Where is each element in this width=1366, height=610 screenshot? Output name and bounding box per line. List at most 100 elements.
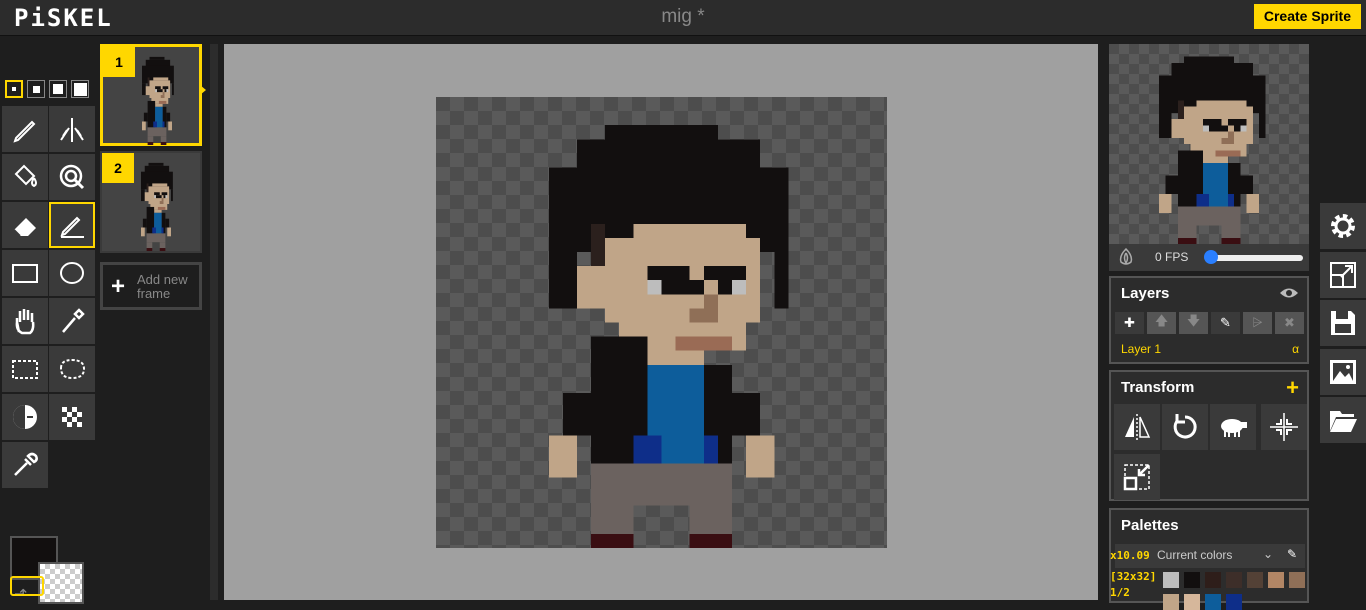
eye-icon[interactable]	[1279, 286, 1299, 300]
move-layer-down-button[interactable]: 🡇	[1179, 312, 1208, 334]
edit-layer-button[interactable]: ✎	[1211, 312, 1240, 334]
layers-panel: Layers ✚ 🡅 🡇 ✎ ⩥ ✖ Layer 1 α	[1109, 276, 1309, 364]
pen-size-3[interactable]	[49, 80, 67, 98]
sprite-pixel	[576, 266, 606, 309]
palette-swatch[interactable]	[1184, 572, 1200, 588]
sprite-pixel	[162, 92, 165, 96]
sprite-pixel	[1202, 156, 1228, 163]
pen-tool[interactable]	[2, 106, 48, 152]
sprite-pixel	[155, 103, 163, 107]
palette-select[interactable]: Current colors	[1157, 548, 1232, 562]
frame-1[interactable]: 1	[100, 44, 202, 146]
sprite-pixel	[159, 201, 164, 204]
palette-swatch[interactable]	[1205, 594, 1221, 610]
palette-swatch[interactable]	[1163, 594, 1179, 610]
export-button[interactable]	[1320, 349, 1366, 395]
sprite-pixel	[1240, 175, 1253, 194]
pen-size-4[interactable]	[71, 80, 89, 98]
tool-panel: ⬏	[0, 36, 98, 604]
merge-layer-button[interactable]: ⩥	[1243, 312, 1272, 334]
sprite-pixel	[633, 223, 747, 238]
flip-button[interactable]	[1114, 404, 1160, 450]
sprite-canvas[interactable]	[436, 97, 887, 548]
rectangle-select-tool[interactable]	[2, 346, 48, 392]
palette-swatch[interactable]	[1289, 572, 1305, 588]
sprite-pixel	[647, 266, 690, 281]
settings-button[interactable]	[1320, 203, 1366, 249]
onion-skin-icon[interactable]	[1117, 248, 1135, 266]
palette-swatch[interactable]	[1163, 572, 1179, 588]
edit-palette-icon[interactable]: ✎	[1287, 547, 1297, 561]
palette-swatch[interactable]	[1247, 572, 1263, 588]
frame-number: 1	[103, 47, 135, 77]
clone-button[interactable]	[1210, 404, 1256, 450]
rotate-button[interactable]	[1162, 404, 1208, 450]
vertical-mirror-pen-tool[interactable]	[49, 106, 95, 152]
sprite-pixel	[1159, 194, 1172, 213]
eraser-tool[interactable]	[2, 202, 48, 248]
sprite-pixel	[166, 112, 171, 122]
rectangle-tool[interactable]	[2, 250, 48, 296]
sprite-pixel	[591, 505, 634, 534]
sprite-pixel	[152, 227, 156, 234]
sprite-pixel	[163, 195, 166, 199]
drawing-area[interactable]	[224, 44, 1098, 600]
sprite-pixel	[1196, 194, 1209, 207]
secondary-color[interactable]	[38, 562, 84, 604]
sprite-pixel	[1227, 131, 1234, 138]
paint-bucket-tool[interactable]	[2, 154, 48, 200]
stroke-tool[interactable]	[49, 202, 95, 248]
palette-swatch[interactable]	[1226, 572, 1242, 588]
sprite-pixel	[1177, 225, 1197, 238]
fps-slider[interactable]	[1207, 255, 1303, 261]
paint-all-same-color-tool[interactable]	[49, 154, 95, 200]
move-tool[interactable]	[2, 298, 48, 344]
expand-icon[interactable]: +	[1286, 375, 1299, 401]
sprite-pixel	[1165, 175, 1178, 194]
sprite-pixel	[1259, 112, 1266, 138]
frames-scrollbar[interactable]	[210, 44, 218, 600]
sprite-pixel	[144, 192, 149, 202]
crop-button[interactable]	[1114, 454, 1160, 500]
add-frame-button[interactable]: + Add new frame	[100, 262, 202, 310]
move-layer-up-button[interactable]: 🡅	[1147, 312, 1176, 334]
resize-button[interactable]	[1320, 252, 1366, 298]
import-button[interactable]	[1320, 397, 1366, 443]
dithering-tool[interactable]	[49, 394, 95, 440]
save-button[interactable]	[1320, 300, 1366, 346]
layer-opacity-button[interactable]: α	[1292, 342, 1299, 356]
export-icon	[1330, 360, 1356, 384]
sprite-pixel	[1171, 119, 1184, 138]
pen-size-2[interactable]	[27, 80, 45, 98]
palette-swatch[interactable]	[1184, 594, 1200, 610]
center-icon	[1270, 413, 1298, 441]
frame-2[interactable]: 2	[100, 151, 202, 253]
add-layer-button[interactable]: ✚	[1115, 312, 1144, 334]
shape-select-tool[interactable]	[49, 298, 95, 344]
fps-label: 0 FPS	[1155, 250, 1189, 264]
create-sprite-button[interactable]: Create Sprite	[1253, 4, 1361, 29]
sprite-pixel	[703, 294, 718, 309]
sprite-pixel	[1227, 194, 1234, 207]
delete-layer-button[interactable]: ✖	[1275, 312, 1304, 334]
center-button[interactable]	[1261, 404, 1307, 450]
sprite-pixel	[154, 192, 160, 196]
color-picker-tool[interactable]	[2, 442, 48, 488]
palette-swatch[interactable]	[1226, 594, 1242, 610]
lasso-select-tool[interactable]	[49, 346, 95, 392]
pen-size-selector	[5, 80, 89, 98]
resize-icon	[1330, 262, 1356, 288]
circle-tool[interactable]	[49, 250, 95, 296]
layer-item[interactable]: Layer 1 α	[1115, 338, 1305, 360]
palette-swatch[interactable]	[1205, 572, 1221, 588]
palette-swatch[interactable]	[1268, 572, 1284, 588]
lighten-tool[interactable]	[2, 394, 48, 440]
sprite-pixel	[1227, 119, 1247, 126]
pen-size-1[interactable]	[5, 80, 23, 98]
keyboard-shortcuts-icon[interactable]	[10, 576, 44, 596]
fps-slider-handle[interactable]	[1204, 250, 1218, 264]
sprite-pixel	[147, 136, 154, 143]
sprite-pixel	[1221, 137, 1234, 144]
piskel-logo[interactable]: PiSKEL	[14, 4, 113, 32]
palettes-title: Palettes	[1121, 517, 1179, 534]
